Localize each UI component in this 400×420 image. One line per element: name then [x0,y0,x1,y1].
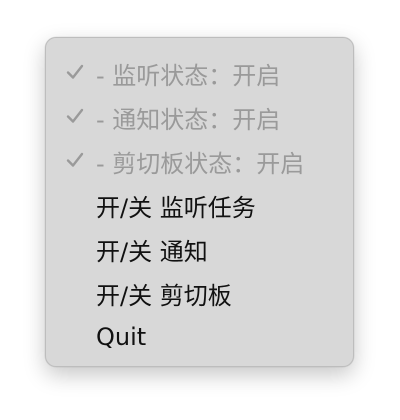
context-menu: - 监听状态：开启 - 通知状态：开启 - 剪切板状态：开启 开/关 监听任务 … [45,37,354,367]
checkmark-icon [66,151,84,169]
menu-item-notify-status: - 通知状态：开启 [46,95,353,139]
checkmark-icon [66,107,84,125]
menu-item-label: 开/关 监听任务 [96,193,256,222]
checkmark-icon [66,63,84,81]
menu-item-toggle-clipboard[interactable]: 开/关 剪切板 [46,271,353,315]
menu-item-monitor-status: - 监听状态：开启 [46,51,353,95]
menu-item-quit[interactable]: Quit [46,315,353,359]
menu-item-label: - 监听状态：开启 [96,61,281,90]
menu-item-clipboard-status: - 剪切板状态：开启 [46,139,353,183]
menu-item-label: 开/关 剪切板 [96,281,232,310]
menu-item-label: Quit [96,323,147,351]
menu-item-toggle-notify[interactable]: 开/关 通知 [46,227,353,271]
menu-item-toggle-monitor[interactable]: 开/关 监听任务 [46,183,353,227]
menu-item-label: - 剪切板状态：开启 [96,149,305,178]
menu-item-label: 开/关 通知 [96,237,208,266]
menu-item-label: - 通知状态：开启 [96,105,281,134]
